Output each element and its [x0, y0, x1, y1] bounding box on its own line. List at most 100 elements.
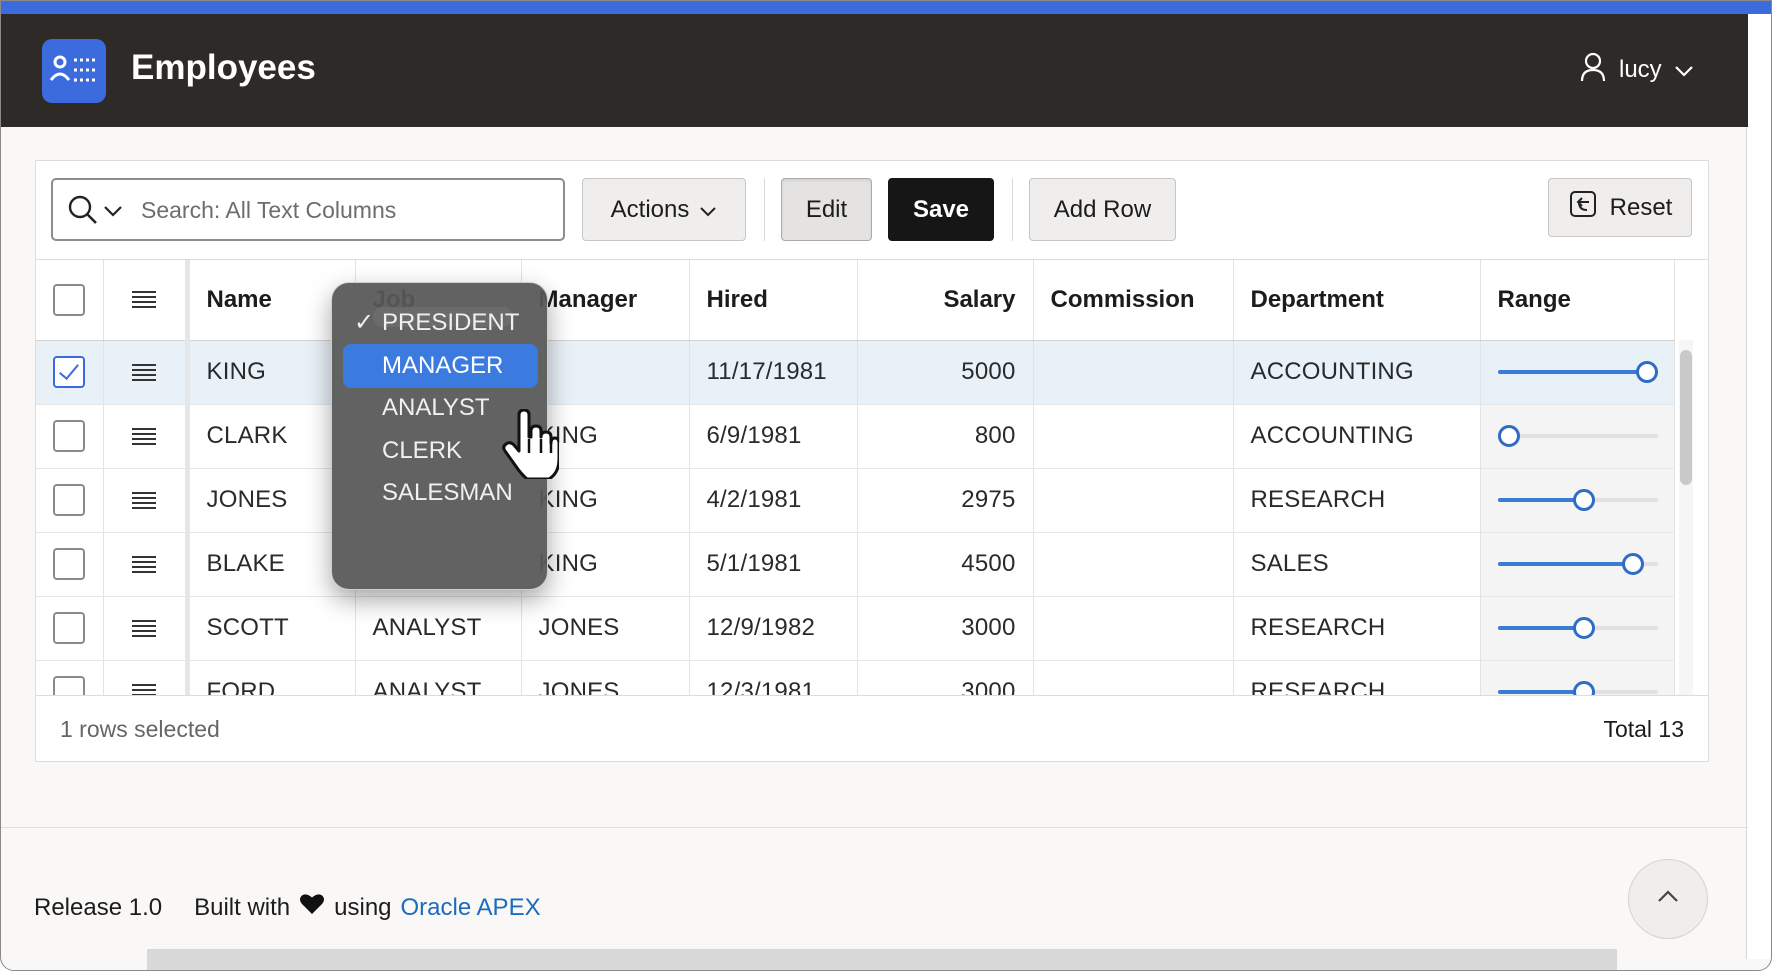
- row-actions-cell[interactable]: [103, 404, 190, 469]
- cell-job[interactable]: ANALYST: [355, 596, 522, 661]
- cell-manager[interactable]: JONES: [521, 660, 690, 695]
- row-actions-menu-icon[interactable]: [132, 619, 156, 638]
- row-select-cell[interactable]: [36, 340, 104, 405]
- add-row-button[interactable]: Add Row: [1029, 178, 1176, 241]
- cell-range[interactable]: [1480, 468, 1675, 533]
- cell-range[interactable]: [1480, 404, 1675, 469]
- row-actions-menu-icon[interactable]: [132, 683, 156, 695]
- row-actions-menu-icon[interactable]: [132, 363, 156, 382]
- window-scrollbar[interactable]: [1746, 14, 1771, 959]
- cell-manager[interactable]: JONES: [521, 596, 690, 661]
- cell-range[interactable]: [1480, 340, 1675, 405]
- table-row[interactable]: KING 11/17/1981 5000 ACCOUNTING: [36, 340, 1675, 405]
- cell-range[interactable]: [1480, 596, 1675, 661]
- row-select-cell[interactable]: [36, 404, 104, 469]
- row-actions-cell[interactable]: [103, 532, 190, 597]
- range-slider[interactable]: [1497, 489, 1658, 511]
- cell-salary[interactable]: 4500: [857, 532, 1034, 597]
- oracle-apex-link[interactable]: Oracle APEX: [401, 894, 541, 922]
- grid-scrollbar-thumb[interactable]: [1680, 350, 1692, 485]
- cell-department[interactable]: SALES: [1233, 532, 1481, 597]
- table-row[interactable]: FORD ANALYST JONES 12/3/1981 3000 RESEARCH: [36, 660, 1675, 695]
- range-slider[interactable]: [1497, 681, 1658, 695]
- cell-commission[interactable]: [1033, 660, 1234, 695]
- column-header-salary[interactable]: Salary: [857, 260, 1034, 341]
- select-all-cell[interactable]: [36, 260, 104, 341]
- cell-department[interactable]: RESEARCH: [1233, 596, 1481, 661]
- cell-hired[interactable]: 5/1/1981: [689, 532, 858, 597]
- user-menu[interactable]: lucy: [1579, 50, 1694, 90]
- slider-track[interactable]: [1497, 434, 1658, 438]
- cell-job[interactable]: ANALYST: [355, 660, 522, 695]
- search-box[interactable]: [51, 178, 565, 241]
- row-select-cell[interactable]: [36, 660, 104, 695]
- cell-commission[interactable]: [1033, 532, 1234, 597]
- row-select-cell[interactable]: [36, 468, 104, 533]
- cell-salary[interactable]: 800: [857, 404, 1034, 469]
- slider-handle[interactable]: [1573, 489, 1596, 511]
- column-header-commission[interactable]: Commission: [1033, 260, 1234, 341]
- cell-commission[interactable]: [1033, 340, 1234, 405]
- app-title[interactable]: Employees: [131, 48, 316, 88]
- cell-hired[interactable]: 4/2/1981: [689, 468, 858, 533]
- cell-commission[interactable]: [1033, 468, 1234, 533]
- cell-name[interactable]: JONES: [187, 468, 356, 533]
- slider-handle[interactable]: [1573, 681, 1596, 695]
- range-slider[interactable]: [1497, 617, 1658, 639]
- row-checkbox[interactable]: [53, 548, 86, 580]
- range-slider[interactable]: [1497, 361, 1658, 383]
- job-option-president[interactable]: ✓ PRESIDENT: [343, 301, 538, 345]
- cell-commission[interactable]: [1033, 404, 1234, 469]
- row-actions-menu-icon[interactable]: [132, 427, 156, 446]
- row-checkbox[interactable]: [53, 356, 86, 388]
- column-header-department[interactable]: Department: [1233, 260, 1481, 341]
- cell-department[interactable]: RESEARCH: [1233, 468, 1481, 533]
- edit-button[interactable]: Edit: [781, 178, 872, 241]
- range-slider[interactable]: [1497, 553, 1658, 575]
- row-checkbox[interactable]: [53, 612, 86, 644]
- select-all-checkbox[interactable]: [53, 283, 86, 316]
- row-actions-cell[interactable]: [103, 596, 190, 661]
- slider-handle[interactable]: [1635, 361, 1658, 383]
- row-actions-cell[interactable]: [103, 660, 190, 695]
- cell-name[interactable]: FORD: [187, 660, 356, 695]
- table-row[interactable]: BLAKE KING 5/1/1981 4500 SALES: [36, 532, 1675, 597]
- search-column-selector[interactable]: [67, 194, 123, 231]
- grid-scrollbar[interactable]: [1679, 340, 1693, 695]
- reset-button[interactable]: Reset: [1548, 178, 1692, 237]
- table-row[interactable]: CLARK KING 6/9/1981 800 ACCOUNTING: [36, 404, 1675, 469]
- slider-handle[interactable]: [1621, 553, 1644, 575]
- row-checkbox[interactable]: [53, 484, 86, 516]
- cell-name[interactable]: SCOTT: [187, 596, 356, 661]
- cell-commission[interactable]: [1033, 596, 1234, 661]
- save-button[interactable]: Save: [888, 178, 994, 241]
- table-row[interactable]: SCOTT ANALYST JONES 12/9/1982 3000 RESEARCH: [36, 596, 1675, 661]
- app-logo-icon[interactable]: [42, 39, 106, 103]
- row-actions-menu-icon[interactable]: [132, 555, 156, 574]
- cell-salary[interactable]: 2975: [857, 468, 1034, 533]
- search-input[interactable]: [141, 193, 551, 227]
- cell-hired[interactable]: 6/9/1981: [689, 404, 858, 469]
- slider-handle[interactable]: [1497, 425, 1520, 447]
- cell-salary[interactable]: 5000: [857, 340, 1034, 405]
- range-slider[interactable]: [1497, 425, 1658, 447]
- row-select-cell[interactable]: [36, 532, 104, 597]
- slider-handle[interactable]: [1573, 617, 1596, 639]
- table-row[interactable]: JONES KING 4/2/1981 2975 RESEARCH: [36, 468, 1675, 533]
- row-select-cell[interactable]: [36, 596, 104, 661]
- cell-name[interactable]: BLAKE: [187, 532, 356, 597]
- column-header-name[interactable]: Name: [187, 260, 356, 341]
- job-option-manager[interactable]: MANAGER: [343, 343, 538, 388]
- cell-department[interactable]: ACCOUNTING: [1233, 340, 1481, 405]
- row-actions-cell[interactable]: [103, 468, 190, 533]
- cell-hired[interactable]: 11/17/1981: [689, 340, 858, 405]
- row-actions-menu-icon[interactable]: [132, 491, 156, 510]
- column-header-range[interactable]: Range: [1480, 260, 1675, 341]
- row-checkbox[interactable]: [53, 420, 86, 452]
- cell-department[interactable]: RESEARCH: [1233, 660, 1481, 695]
- cell-department[interactable]: ACCOUNTING: [1233, 404, 1481, 469]
- cell-salary[interactable]: 3000: [857, 660, 1034, 695]
- cell-hired[interactable]: 12/3/1981: [689, 660, 858, 695]
- actions-menu-button[interactable]: Actions: [582, 178, 746, 241]
- row-actions-header[interactable]: [103, 260, 190, 341]
